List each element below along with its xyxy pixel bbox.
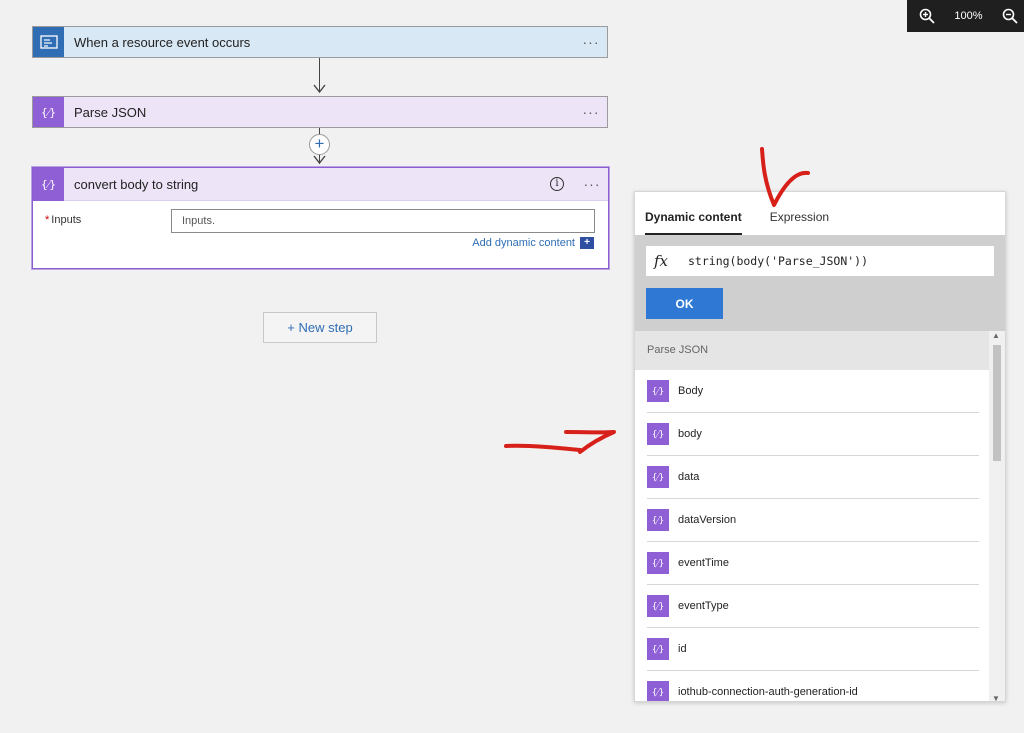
variable-icon: {⁄} <box>647 466 669 488</box>
list-item-label: eventType <box>678 600 729 612</box>
event-grid-icon <box>33 27 64 57</box>
zoom-level: 100% <box>954 10 983 22</box>
variable-icon: {⁄} <box>647 638 669 660</box>
scroll-up-icon[interactable]: ▲ <box>992 331 1000 340</box>
expression-area: fx string(body('Parse_JSON')) OK <box>635 235 1005 331</box>
connector-line <box>319 58 320 92</box>
list-item-label: dataVersion <box>678 514 737 526</box>
variable-icon: {⁄} <box>647 423 669 445</box>
tab-expression[interactable]: Expression <box>770 210 829 235</box>
variable-icon: {⁄} <box>33 167 64 201</box>
list-item[interactable]: {⁄} body <box>647 413 979 456</box>
dynamic-content-panel: Dynamic content Expression fx string(bod… <box>634 191 1006 702</box>
variable-icon: {⁄} <box>647 595 669 617</box>
expression-input[interactable]: fx string(body('Parse_JSON')) <box>646 246 994 276</box>
list-item-label: data <box>678 471 700 483</box>
variable-icon: {⁄} <box>647 552 669 574</box>
ok-button[interactable]: OK <box>646 288 723 319</box>
compose-card: {⁄} convert body to string i ··· * Inputs… <box>32 167 609 269</box>
list-item[interactable]: {⁄} eventType <box>647 585 979 628</box>
trigger-more-button[interactable]: ··· <box>579 35 603 49</box>
red-arrow-annotation <box>504 430 616 454</box>
section-header: Parse JSON <box>635 331 1005 370</box>
list-item[interactable]: {⁄} iothub-connection-auth-generation-id <box>647 671 979 701</box>
panel-tabs: Dynamic content Expression <box>635 192 1005 235</box>
inputs-label: * Inputs <box>45 214 81 226</box>
insert-step-button[interactable]: + <box>309 134 330 155</box>
list-item-label: iothub-connection-auth-generation-id <box>678 686 858 698</box>
scrollbar-thumb[interactable] <box>993 345 1001 461</box>
add-dynamic-plus-icon: + <box>580 237 594 249</box>
scroll-down-icon[interactable]: ▼ <box>992 694 1000 701</box>
zoom-in-icon[interactable] <box>919 8 935 24</box>
list-item-label: id <box>678 643 687 655</box>
zoom-toolbar: 100% <box>907 0 1024 32</box>
list-item-label: Body <box>678 385 704 397</box>
add-dynamic-content-label: Add dynamic content <box>472 237 575 249</box>
list-item[interactable]: {⁄} dataVersion <box>647 499 979 542</box>
compose-title: convert body to string <box>74 176 199 192</box>
list-item-label: eventTime <box>678 557 729 569</box>
required-mark: * <box>45 214 50 226</box>
add-dynamic-content-link[interactable]: Add dynamic content + <box>472 237 594 249</box>
info-icon[interactable]: i <box>550 177 564 191</box>
list-item[interactable]: {⁄} Body <box>647 370 979 413</box>
compose-more-button[interactable]: ··· <box>580 176 604 192</box>
parse-more-button[interactable]: ··· <box>579 105 603 119</box>
list-item[interactable]: {⁄} id <box>647 628 979 671</box>
variable-icon: {⁄} <box>647 509 669 531</box>
inputs-field[interactable]: Inputs. <box>171 209 595 233</box>
dynamic-content-list: {⁄} Body {⁄} body {⁄} data {⁄} dataVersion {… <box>635 370 991 701</box>
new-step-button[interactable]: + New step <box>263 312 377 343</box>
variable-icon: {⁄} <box>647 681 669 701</box>
variable-icon: {⁄} <box>33 97 64 127</box>
scrollbar[interactable]: ▲ ▼ <box>989 331 1005 701</box>
zoom-out-icon[interactable] <box>1002 8 1018 24</box>
list-item[interactable]: {⁄} data <box>647 456 979 499</box>
compose-header[interactable]: {⁄} convert body to string i ··· <box>33 167 608 201</box>
tab-dynamic-content[interactable]: Dynamic content <box>645 210 742 235</box>
parse-json-card[interactable]: {⁄} Parse JSON ··· <box>32 96 608 128</box>
inputs-label-text: Inputs <box>51 214 82 226</box>
list-item-label: body <box>678 428 702 440</box>
parse-json-title: Parse JSON <box>74 104 147 120</box>
list-item[interactable]: {⁄} eventTime <box>647 542 979 585</box>
expression-text: string(body('Parse_JSON')) <box>688 254 869 268</box>
trigger-card[interactable]: When a resource event occurs ··· <box>32 26 608 58</box>
trigger-title: When a resource event occurs <box>74 34 251 50</box>
variable-icon: {⁄} <box>647 380 669 402</box>
fx-icon: fx <box>654 252 669 270</box>
